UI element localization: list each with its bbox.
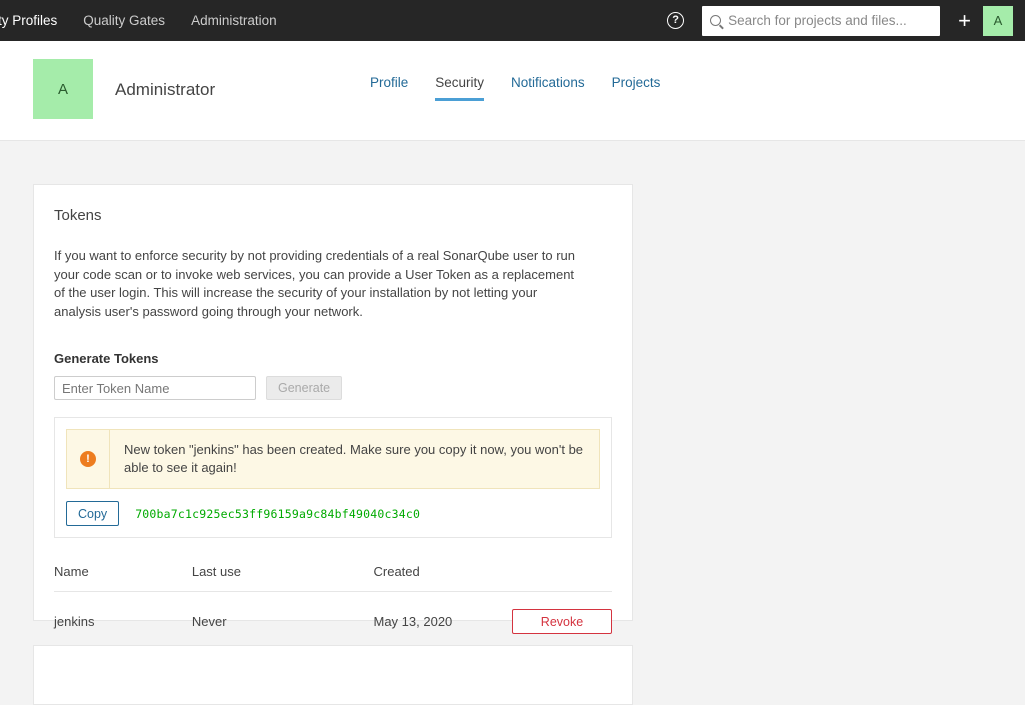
table-header-row: Name Last use Created <box>54 564 612 592</box>
token-created-alert: ! New token "jenkins" has been created. … <box>66 429 600 489</box>
tokens-table: Name Last use Created jenkins Never May … <box>54 564 612 634</box>
page-title: Administrator <box>115 80 216 99</box>
generate-token-row: Generate <box>54 376 612 400</box>
token-value: 700ba7c1c925ec53ff96159a9c84bf49040c34c0 <box>135 506 421 521</box>
tokens-card: Tokens If you want to enforce security b… <box>33 184 633 634</box>
account-avatar: A <box>33 59 93 119</box>
copy-token-row: Copy 700ba7c1c925ec53ff96159a9c84bf49040… <box>66 501 600 526</box>
generate-tokens-heading: Generate Tokens <box>54 351 159 366</box>
alert-icon-cell: ! <box>67 430 110 488</box>
tab-notifications[interactable]: Notifications <box>511 75 585 101</box>
warning-icon: ! <box>80 451 96 467</box>
cell-last-use: Never <box>191 614 227 629</box>
nav-item-quality-gates[interactable]: Quality Gates <box>70 0 178 41</box>
tab-profile[interactable]: Profile <box>370 75 408 101</box>
nav-item-administration[interactable]: Administration <box>178 0 290 41</box>
alert-message: New token "jenkins" has been created. Ma… <box>124 442 584 475</box>
tab-projects[interactable]: Projects <box>612 75 661 101</box>
tab-security[interactable]: Security <box>435 75 485 101</box>
revoke-button[interactable]: Revoke <box>512 609 612 634</box>
column-header-created: Created <box>373 564 512 592</box>
table-row: jenkins Never May 13, 2020 Revoke <box>54 592 612 634</box>
account-tabs: Profile Security Notifications Projects <box>370 75 687 101</box>
copy-button[interactable]: Copy <box>66 501 120 526</box>
account-header: A Administrator Profile Security Notific… <box>0 41 1025 141</box>
tokens-table-head: Name Last use Created <box>54 564 612 592</box>
avatar[interactable]: A <box>983 5 1013 36</box>
global-nav-menu: lity Profiles Quality Gates Administrati… <box>0 0 290 41</box>
token-name-input[interactable] <box>54 376 256 400</box>
new-token-panel: ! New token "jenkins" has been created. … <box>54 417 612 538</box>
global-nav-right: ? Search for projects and files... + A <box>667 0 1025 41</box>
column-header-name: Name <box>54 564 192 592</box>
global-navbar: lity Profiles Quality Gates Administrati… <box>0 0 1025 41</box>
column-header-actions <box>512 564 612 592</box>
search-input[interactable]: Search for projects and files... <box>728 13 907 28</box>
cell-actions: Revoke <box>512 592 612 634</box>
plus-icon[interactable]: + <box>958 9 971 32</box>
tokens-description: If you want to enforce security by not p… <box>54 248 576 319</box>
cell-token-name: jenkins <box>54 614 95 629</box>
search-icon <box>710 15 722 26</box>
cell-created: May 13, 2020 <box>373 614 453 629</box>
secondary-card <box>33 645 633 705</box>
search-box[interactable]: Search for projects and files... <box>702 5 941 36</box>
tokens-table-body: jenkins Never May 13, 2020 Revoke <box>54 592 612 634</box>
generate-button[interactable]: Generate <box>266 376 343 400</box>
tokens-heading: Tokens <box>54 207 102 224</box>
nav-item-quality-profiles[interactable]: lity Profiles <box>0 0 70 41</box>
help-icon[interactable]: ? <box>667 12 685 29</box>
column-header-last-use: Last use <box>191 564 374 592</box>
